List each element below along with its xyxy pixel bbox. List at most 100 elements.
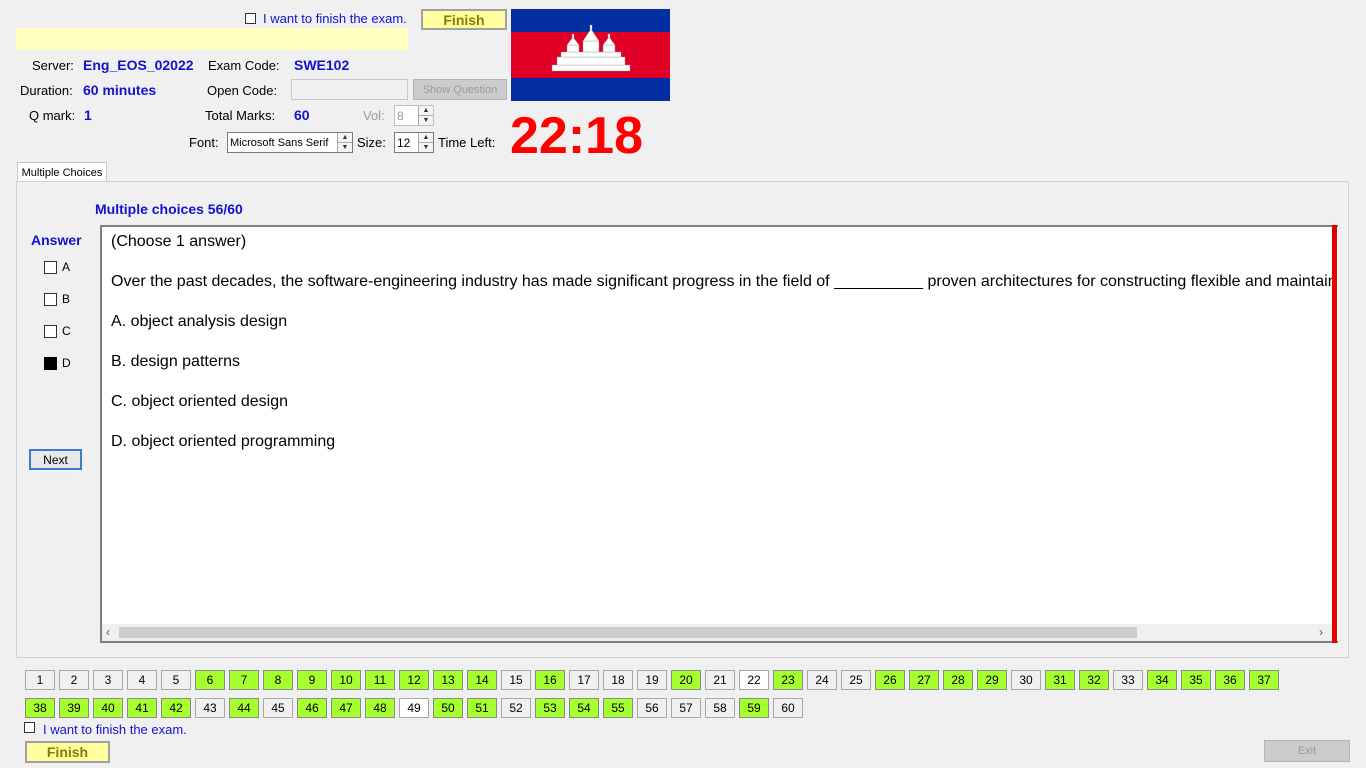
question-nav-button[interactable]: 28	[943, 670, 973, 690]
question-nav-button[interactable]: 52	[501, 698, 531, 718]
finish-button-bottom[interactable]: Finish	[25, 741, 110, 763]
finish-exam-label[interactable]: I want to finish the exam.	[263, 11, 407, 26]
question-nav-button[interactable]: 55	[603, 698, 633, 718]
question-nav-button[interactable]: 13	[433, 670, 463, 690]
question-nav-button[interactable]: 47	[331, 698, 361, 718]
question-nav-button[interactable]: 11	[365, 670, 395, 690]
question-nav-button[interactable]: 6	[195, 670, 225, 690]
question-nav-button[interactable]: 3	[93, 670, 123, 690]
question-nav-button[interactable]: 33	[1113, 670, 1143, 690]
show-question-button[interactable]: Show Question	[413, 79, 507, 100]
question-nav-button[interactable]: 42	[161, 698, 191, 718]
scroll-left-icon[interactable]: ‹	[106, 625, 110, 639]
size-value: 12	[397, 135, 411, 150]
question-nav-button[interactable]: 25	[841, 670, 871, 690]
question-nav-button[interactable]: 22	[739, 670, 769, 690]
question-nav-button[interactable]: 45	[263, 698, 293, 718]
scrollbar-thumb[interactable]	[119, 627, 1137, 638]
question-nav-button[interactable]: 41	[127, 698, 157, 718]
question-nav-button[interactable]: 44	[229, 698, 259, 718]
question-nav-button[interactable]: 29	[977, 670, 1007, 690]
question-nav-button[interactable]: 34	[1147, 670, 1177, 690]
finish-button-top[interactable]: Finish	[421, 9, 507, 30]
question-nav-button[interactable]: 39	[59, 698, 89, 718]
vol-label: Vol:	[363, 108, 385, 123]
answer-label-a[interactable]: A	[62, 260, 70, 274]
question-nav-button[interactable]: 60	[773, 698, 803, 718]
finish-exam-checkbox-bottom[interactable]	[24, 722, 35, 733]
answer-checkbox-a[interactable]	[44, 261, 57, 274]
exam-code-label: Exam Code:	[208, 58, 280, 73]
answer-label-c[interactable]: C	[62, 324, 71, 338]
down-arrow-icon[interactable]: ▼	[419, 142, 433, 152]
finish-exam-label-bottom[interactable]: I want to finish the exam.	[43, 722, 187, 737]
question-nav-button[interactable]: 36	[1215, 670, 1245, 690]
question-nav-button[interactable]: 15	[501, 670, 531, 690]
scroll-right-icon[interactable]: ›	[1319, 625, 1323, 639]
question-nav-button[interactable]: 12	[399, 670, 429, 690]
question-nav-button[interactable]: 37	[1249, 670, 1279, 690]
question-nav-button[interactable]: 8	[263, 670, 293, 690]
question-nav-button[interactable]: 9	[297, 670, 327, 690]
size-stepper[interactable]: 12 ▲ ▼	[394, 132, 434, 153]
question-nav-button[interactable]: 19	[637, 670, 667, 690]
answer-heading: Answer	[31, 232, 82, 248]
size-arrows[interactable]: ▲ ▼	[418, 133, 433, 152]
question-nav-button[interactable]: 4	[127, 670, 157, 690]
question-nav-button[interactable]: 57	[671, 698, 701, 718]
question-nav-button[interactable]: 21	[705, 670, 735, 690]
question-nav-button[interactable]: 30	[1011, 670, 1041, 690]
down-arrow-icon[interactable]: ▼	[419, 115, 433, 125]
question-nav-button[interactable]: 43	[195, 698, 225, 718]
question-nav-button[interactable]: 58	[705, 698, 735, 718]
question-nav-button[interactable]: 49	[399, 698, 429, 718]
question-nav-button[interactable]: 31	[1045, 670, 1075, 690]
next-button[interactable]: Next	[29, 449, 82, 470]
question-nav-button[interactable]: 7	[229, 670, 259, 690]
up-arrow-icon[interactable]: ▲	[419, 106, 433, 115]
question-nav-button[interactable]: 16	[535, 670, 565, 690]
question-nav-button[interactable]: 18	[603, 670, 633, 690]
tab-multiple-choices[interactable]: Multiple Choices	[17, 162, 107, 182]
question-nav-button[interactable]: 59	[739, 698, 769, 718]
question-nav-button[interactable]: 50	[433, 698, 463, 718]
duration-label: Duration:	[20, 83, 73, 98]
font-selector[interactable]: Microsoft Sans Serif ▲ ▼	[227, 132, 353, 153]
question-nav-button[interactable]: 56	[637, 698, 667, 718]
question-nav-button[interactable]: 46	[297, 698, 327, 718]
question-nav-button[interactable]: 14	[467, 670, 497, 690]
volume-stepper[interactable]: 8 ▲ ▼	[394, 105, 434, 126]
question-nav-button[interactable]: 48	[365, 698, 395, 718]
answer-checkbox-d[interactable]	[44, 357, 57, 370]
question-nav-button[interactable]: 20	[671, 670, 701, 690]
question-nav-button[interactable]: 10	[331, 670, 361, 690]
up-arrow-icon[interactable]: ▲	[338, 133, 352, 142]
open-code-input[interactable]	[291, 79, 408, 100]
answer-checkbox-b[interactable]	[44, 293, 57, 306]
finish-exam-checkbox[interactable]	[245, 13, 256, 24]
question-nav-button[interactable]: 32	[1079, 670, 1109, 690]
question-nav-button[interactable]: 23	[773, 670, 803, 690]
question-nav-button[interactable]: 24	[807, 670, 837, 690]
font-arrows[interactable]: ▲ ▼	[337, 133, 352, 152]
question-nav-button[interactable]: 27	[909, 670, 939, 690]
question-nav-button[interactable]: 26	[875, 670, 905, 690]
question-nav-button[interactable]: 40	[93, 698, 123, 718]
question-nav-button[interactable]: 38	[25, 698, 55, 718]
question-nav-button[interactable]: 2	[59, 670, 89, 690]
down-arrow-icon[interactable]: ▼	[338, 142, 352, 152]
horizontal-scrollbar[interactable]: ‹ ›	[102, 624, 1332, 641]
question-nav-button[interactable]: 53	[535, 698, 565, 718]
up-arrow-icon[interactable]: ▲	[419, 133, 433, 142]
answer-label-d[interactable]: D	[62, 356, 71, 370]
question-nav-button[interactable]: 17	[569, 670, 599, 690]
question-nav-button[interactable]: 5	[161, 670, 191, 690]
answer-checkbox-c[interactable]	[44, 325, 57, 338]
question-nav-button[interactable]: 54	[569, 698, 599, 718]
answer-label-b[interactable]: B	[62, 292, 70, 306]
question-nav-button[interactable]: 51	[467, 698, 497, 718]
volume-arrows[interactable]: ▲ ▼	[418, 106, 433, 125]
question-nav-button[interactable]: 1	[25, 670, 55, 690]
exit-button[interactable]: Exit	[1264, 740, 1350, 762]
question-nav-button[interactable]: 35	[1181, 670, 1211, 690]
